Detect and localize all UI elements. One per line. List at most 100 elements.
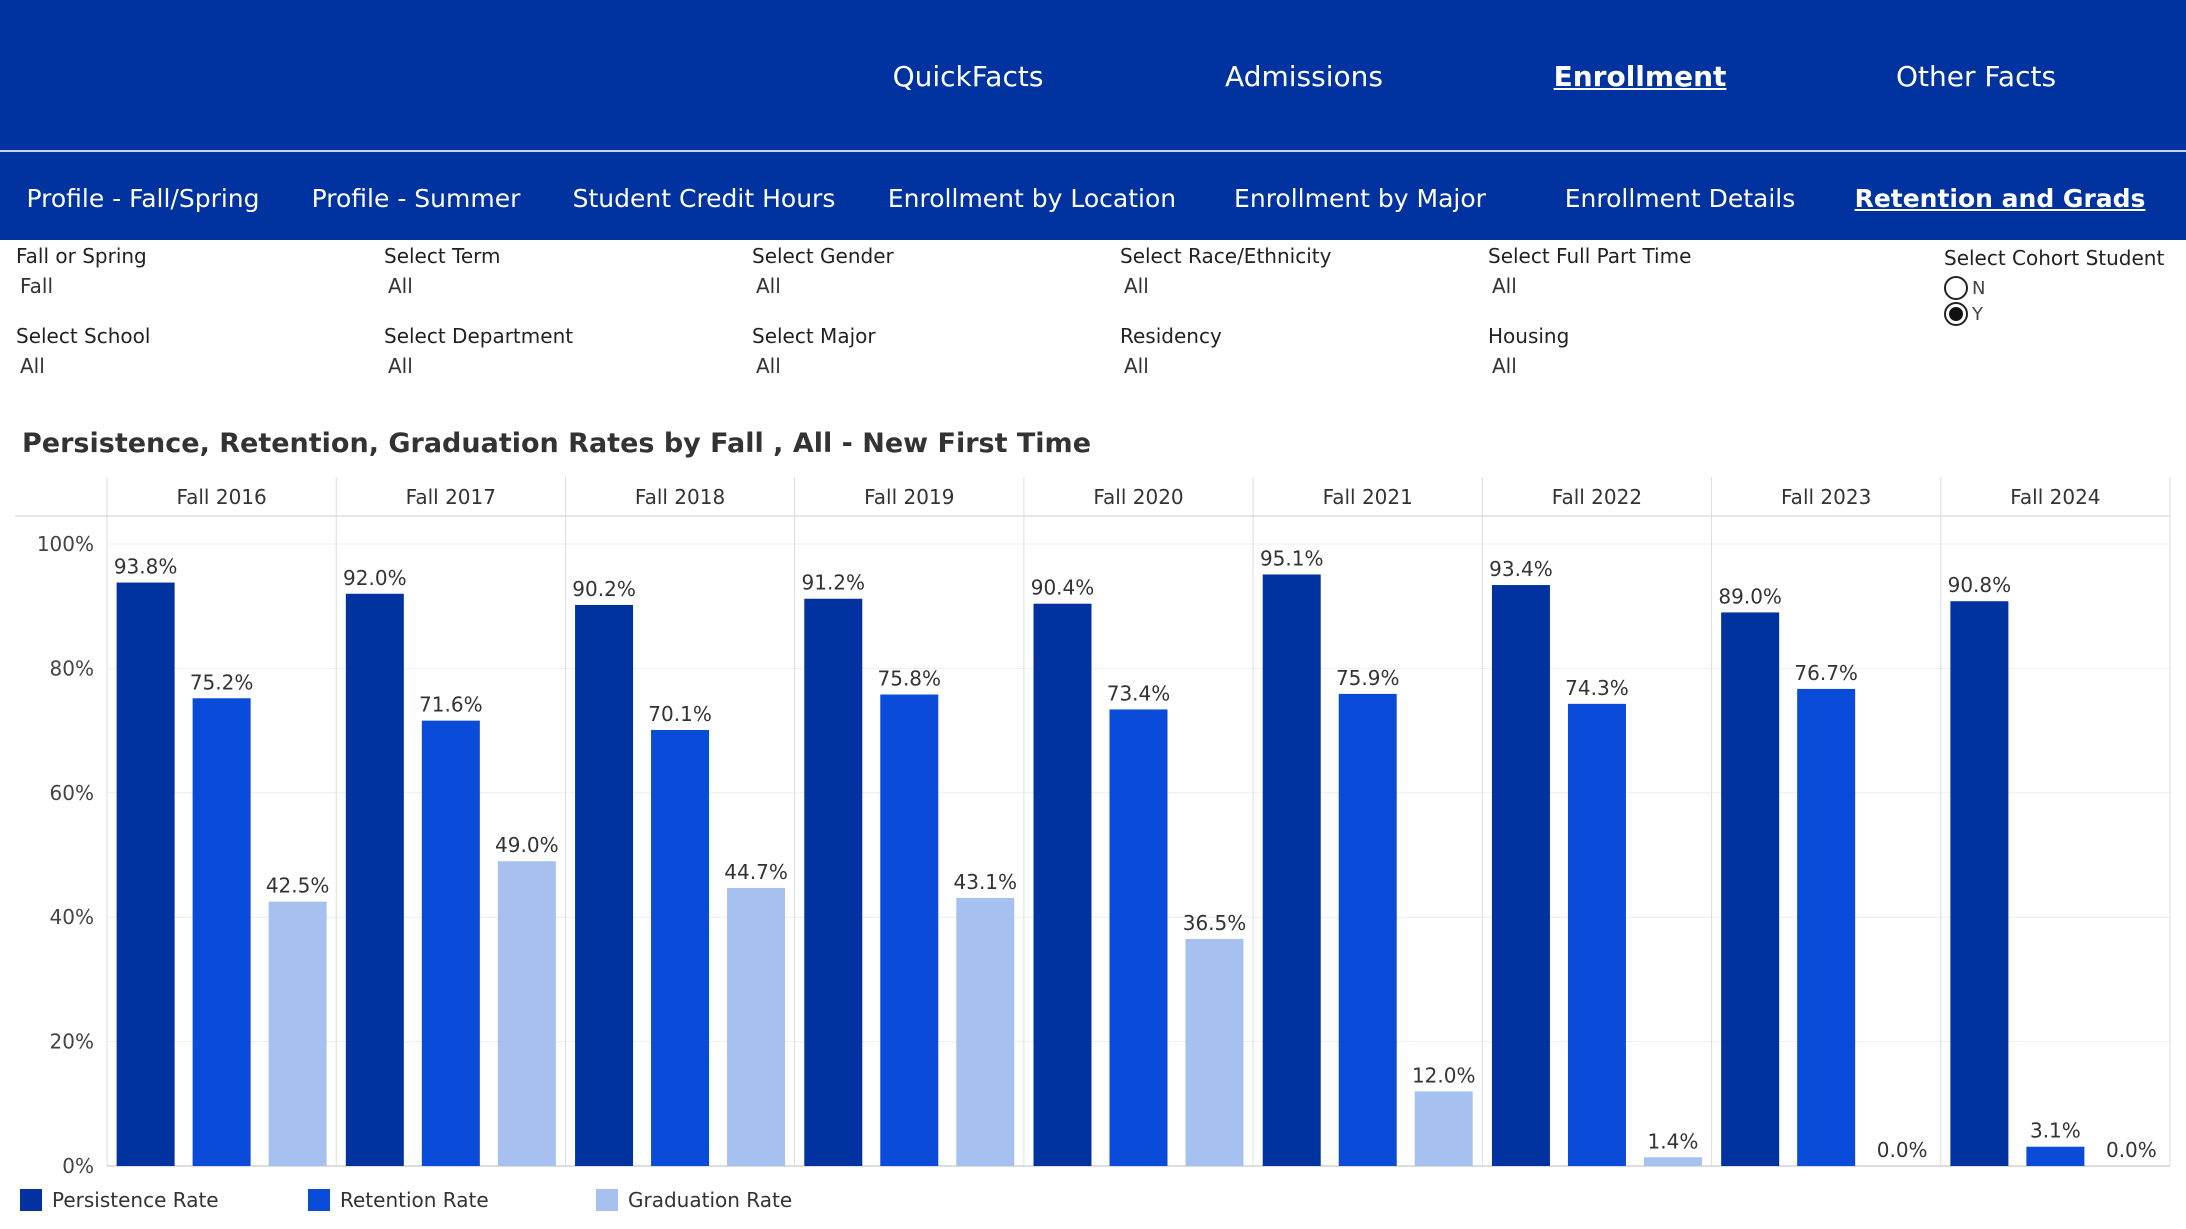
radio-button-n[interactable] — [1944, 276, 1968, 300]
data-label: 74.3% — [1565, 676, 1629, 700]
filter-full-part-time[interactable]: Select Full Part Time All — [1488, 244, 1818, 298]
filter-department[interactable]: Select Department All — [384, 324, 714, 378]
filter-label: Select Cohort Student — [1944, 246, 2165, 270]
radio-option-n[interactable]: N — [1944, 276, 2164, 300]
radio-button-y[interactable] — [1944, 302, 1968, 326]
rates-bar-chart: 0% 20% 40% 60% 80% 100% Fall 2016 Fall 2017 Fall… — [15, 477, 2171, 1178]
bar-persistence-rate — [1491, 585, 1550, 1166]
bar-graduation-rate — [1185, 938, 1244, 1166]
tab-profile-fall-spring[interactable]: Profile - Fall/Spring — [26, 184, 259, 213]
filter-value[interactable]: All — [1124, 274, 1450, 298]
filter-race-ethnicity[interactable]: Select Race/Ethnicity All — [1120, 244, 1450, 298]
filter-value[interactable]: All — [388, 274, 714, 298]
bar-retention-rate — [2026, 1146, 2085, 1166]
filter-value[interactable]: All — [1492, 354, 1818, 378]
tab-profile-summer[interactable]: Profile - Summer — [312, 184, 521, 213]
data-label: 92.0% — [343, 566, 407, 590]
data-label: 1.4% — [1648, 1129, 1699, 1153]
legend-label: Persistence Rate — [52, 1188, 219, 1212]
radio-option-y[interactable]: Y — [1944, 302, 2164, 326]
nav-enrollment[interactable]: Enrollment — [1554, 60, 1727, 93]
data-label: 36.5% — [1183, 911, 1247, 935]
filter-label: Select Term — [384, 244, 501, 268]
data-label: 95.1% — [1260, 546, 1324, 570]
category-label: Fall 2022 — [1552, 485, 1642, 509]
filter-value[interactable]: Fall — [20, 274, 346, 298]
bar-persistence-rate — [1721, 612, 1780, 1166]
bar-retention-rate — [1109, 709, 1168, 1166]
nav-admissions[interactable]: Admissions — [1225, 60, 1383, 93]
filter-residency[interactable]: Residency All — [1120, 324, 1450, 378]
data-label: 90.4% — [1031, 576, 1095, 600]
filter-value[interactable]: All — [1124, 354, 1450, 378]
legend-label: Graduation Rate — [628, 1188, 793, 1212]
filter-label: Select Major — [752, 324, 876, 348]
data-label: 42.5% — [266, 874, 330, 898]
filter-cohort-student: Select Cohort Student N Y — [1944, 246, 2164, 326]
y-tick-label: 20% — [50, 1030, 94, 1054]
category-label: Fall 2017 — [406, 485, 496, 509]
nav-quickfacts[interactable]: QuickFacts — [893, 60, 1044, 93]
category-label: Fall 2021 — [1323, 485, 1413, 509]
data-label: 49.0% — [495, 833, 559, 857]
tab-enrollment-by-major[interactable]: Enrollment by Major — [1234, 184, 1486, 213]
filter-value[interactable]: All — [20, 354, 346, 378]
filter-value[interactable]: All — [1492, 274, 1818, 298]
category-label: Fall 2019 — [864, 485, 954, 509]
data-label: 43.1% — [954, 870, 1018, 894]
data-label: 12.0% — [1412, 1063, 1476, 1087]
nav-other-facts[interactable]: Other Facts — [1896, 60, 2056, 93]
bar-persistence-rate — [804, 598, 863, 1166]
filter-label: Residency — [1120, 324, 1222, 348]
filter-term[interactable]: Select Term All — [384, 244, 714, 298]
category-label: Fall 2023 — [1781, 485, 1871, 509]
tab-student-credit-hours[interactable]: Student Credit Hours — [573, 184, 836, 213]
tab-enrollment-by-location[interactable]: Enrollment by Location — [888, 184, 1176, 213]
category-label: Fall 2018 — [635, 485, 725, 509]
filter-housing[interactable]: Housing All — [1488, 324, 1818, 378]
filter-school[interactable]: Select School All — [16, 324, 346, 378]
y-tick-label: 100% — [37, 532, 94, 556]
filter-major[interactable]: Select Major All — [752, 324, 1082, 378]
data-label: 93.4% — [1489, 557, 1553, 581]
filter-value[interactable]: All — [756, 354, 1082, 378]
data-label: 70.1% — [648, 702, 712, 726]
category-label: Fall 2020 — [1093, 485, 1183, 509]
y-tick-label: 60% — [50, 781, 94, 805]
bar-graduation-rate — [1414, 1091, 1473, 1166]
bar-retention-rate — [880, 694, 939, 1166]
filter-label: Select Full Part Time — [1488, 244, 1692, 268]
data-label: 75.8% — [878, 667, 942, 691]
bar-persistence-rate — [1033, 603, 1092, 1166]
filter-label: Select School — [16, 324, 151, 348]
data-label: 89.0% — [1718, 584, 1782, 608]
data-label: 93.8% — [114, 555, 178, 579]
bar-graduation-rate — [497, 861, 556, 1166]
legend-swatch — [596, 1189, 618, 1211]
bar-retention-rate — [1797, 688, 1856, 1166]
y-tick-label: 80% — [50, 656, 94, 680]
filter-label: Fall or Spring — [16, 244, 147, 268]
bar-graduation-rate — [956, 897, 1015, 1166]
tab-retention-and-grads[interactable]: Retention and Grads — [1855, 184, 2146, 213]
radio-label-y: Y — [1972, 303, 1983, 325]
bar-graduation-rate — [268, 901, 327, 1166]
y-tick-label: 40% — [50, 905, 94, 929]
chart-title: Persistence, Retention, Graduation Rates… — [22, 428, 1092, 459]
data-label: 0.0% — [2106, 1138, 2157, 1162]
bar-persistence-rate — [575, 604, 634, 1166]
filter-fall-or-spring[interactable]: Fall or Spring Fall — [16, 244, 346, 298]
filter-value[interactable]: All — [388, 354, 714, 378]
top-navigation-bar: QuickFacts Admissions Enrollment Other F… — [0, 0, 2186, 152]
filter-gender[interactable]: Select Gender All — [752, 244, 1082, 298]
data-label: 44.7% — [724, 860, 788, 884]
radio-label-n: N — [1972, 277, 1986, 299]
filter-label: Select Race/Ethnicity — [1120, 244, 1332, 268]
category-label: Fall 2016 — [176, 485, 266, 509]
filter-value[interactable]: All — [756, 274, 1082, 298]
tab-enrollment-details[interactable]: Enrollment Details — [1565, 184, 1796, 213]
bar-graduation-rate — [727, 887, 786, 1166]
data-label: 75.2% — [190, 670, 254, 694]
radio-selected-dot — [1949, 307, 1963, 321]
sub-navigation-bar: Profile - Fall/Spring Profile - Summer S… — [0, 152, 2186, 240]
